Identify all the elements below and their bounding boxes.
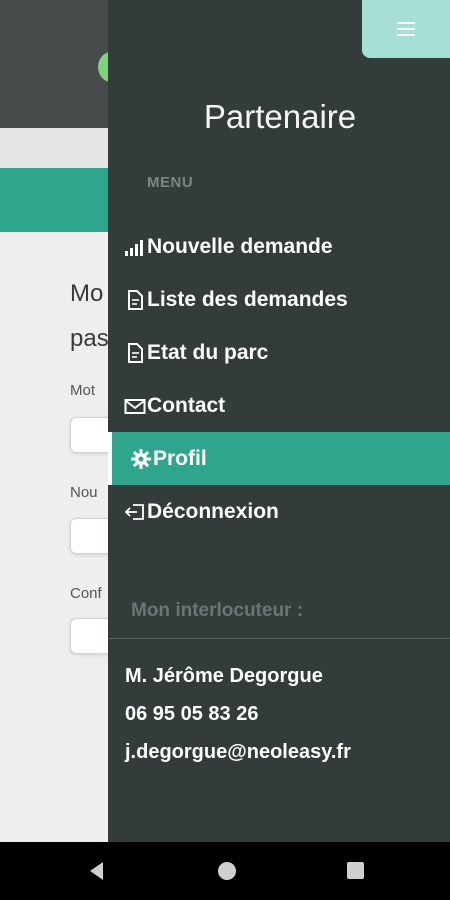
contact-phone[interactable]: 06 95 05 83 26 bbox=[125, 703, 258, 726]
background-title-line1: Mo bbox=[70, 280, 104, 307]
menu-item-liste-des-demandes[interactable]: Liste des demandes bbox=[108, 273, 450, 326]
interlocutor-header: Mon interlocuteur : bbox=[131, 600, 304, 621]
menu-item-label: Liste des demandes bbox=[147, 287, 348, 311]
background-title-line2: pas bbox=[70, 325, 109, 352]
menu-item-label: Etat du parc bbox=[147, 340, 269, 364]
drawer-title: Partenaire bbox=[203, 98, 357, 135]
background-label-confirm-password: Conf bbox=[70, 585, 102, 602]
menu-section-header: MENU bbox=[147, 174, 194, 191]
menu-item-etat-du-parc[interactable]: Etat du parc bbox=[108, 326, 450, 379]
envelope-icon bbox=[124, 395, 146, 417]
menu-item-label: Nouvelle demande bbox=[147, 234, 333, 258]
hamburger-icon bbox=[397, 22, 415, 36]
background-label-new-password: Nou bbox=[70, 484, 98, 501]
menu-item-nouvelle-demande[interactable]: Nouvelle demande bbox=[108, 220, 450, 273]
menu-item-deconnexion[interactable]: Déconnexion bbox=[108, 485, 450, 538]
contact-name: M. Jérôme Degorgue bbox=[125, 665, 323, 687]
document-icon bbox=[124, 342, 146, 364]
document-icon bbox=[124, 289, 146, 311]
back-icon[interactable] bbox=[90, 862, 103, 880]
menu-item-label: Profil bbox=[153, 446, 207, 470]
recents-icon[interactable] bbox=[347, 862, 364, 879]
divider bbox=[108, 638, 450, 639]
contact-email[interactable]: j.degorgue@neoleasy.fr bbox=[125, 741, 351, 764]
menu-item-profil[interactable]: Profil bbox=[108, 432, 450, 485]
menu-toggle-button[interactable] bbox=[362, 0, 450, 58]
drawer-menu: Nouvelle demande Liste des demandes Etat… bbox=[108, 220, 450, 538]
menu-item-label: Contact bbox=[147, 393, 226, 417]
menu-item-label: Déconnexion bbox=[147, 499, 279, 523]
home-icon[interactable] bbox=[218, 862, 236, 880]
logout-icon bbox=[124, 501, 146, 523]
background-label-current-password: Mot bbox=[70, 382, 96, 399]
gear-icon bbox=[130, 448, 152, 470]
signal-bars-icon bbox=[124, 236, 146, 258]
menu-item-contact[interactable]: Contact bbox=[108, 379, 450, 432]
